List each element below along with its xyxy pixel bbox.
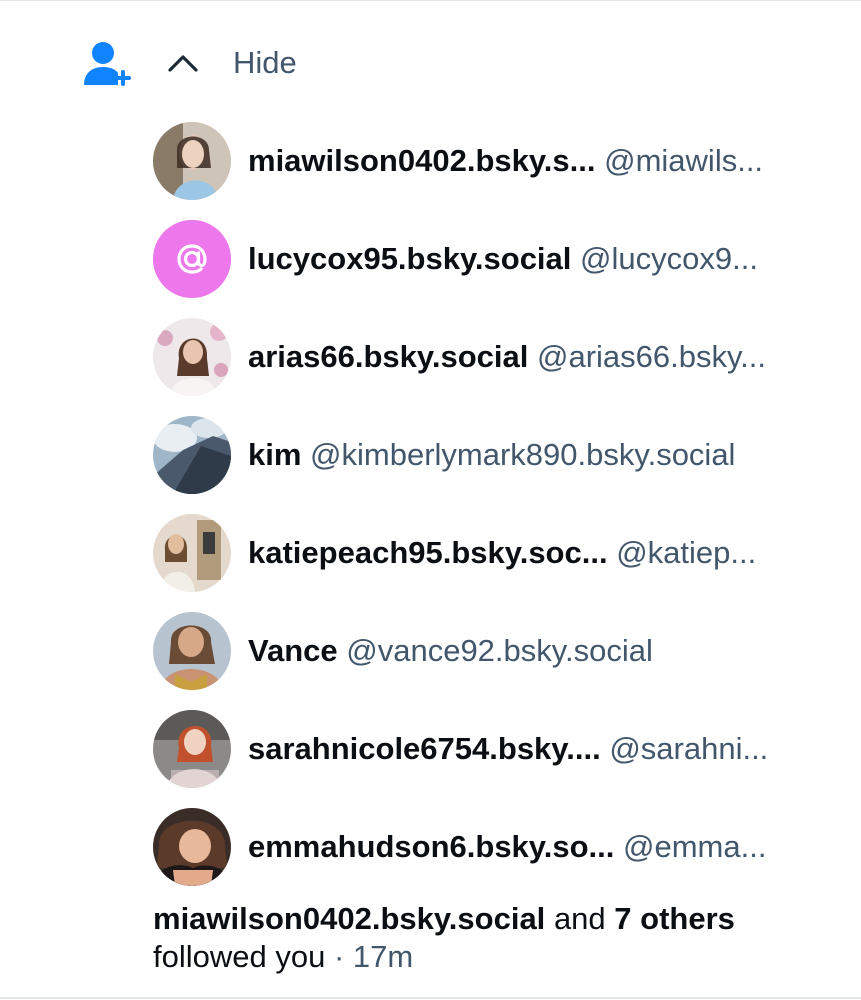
avatar[interactable] bbox=[153, 710, 231, 788]
follower-row[interactable]: kim @kimberlymark890.bsky.social bbox=[153, 416, 843, 494]
at-sign-icon bbox=[153, 220, 231, 298]
person-plus-icon bbox=[84, 42, 131, 86]
follower-row[interactable]: miawilson0402.bsky.s... @miawils... bbox=[153, 122, 843, 200]
avatar[interactable] bbox=[153, 612, 231, 690]
follower-name[interactable]: sarahnicole6754.bsky.... bbox=[248, 731, 601, 766]
summary-and: and bbox=[553, 901, 606, 936]
avatar[interactable] bbox=[153, 318, 231, 396]
avatar[interactable] bbox=[153, 514, 231, 592]
follower-name[interactable]: emmahudson6.bsky.so... bbox=[248, 829, 614, 864]
follow-summary: miawilson0402.bsky.social and 7 others f… bbox=[153, 900, 843, 976]
hide-toggle-label[interactable]: Hide bbox=[233, 46, 297, 80]
follower-handle: @katiep... bbox=[616, 535, 757, 570]
follower-row[interactable]: lucycox95.bsky.social @lucycox9... bbox=[153, 220, 843, 298]
summary-separator: · bbox=[333, 939, 345, 974]
follower-handle: @vance92.bsky.social bbox=[346, 633, 653, 668]
follower-name[interactable]: miawilson0402.bsky.s... bbox=[248, 143, 596, 178]
follower-handle: @sarahni... bbox=[609, 731, 769, 766]
follower-name[interactable]: katiepeach95.bsky.soc... bbox=[248, 535, 608, 570]
top-divider bbox=[0, 0, 861, 1]
bottom-divider bbox=[0, 997, 861, 999]
follower-name[interactable]: arias66.bsky.social bbox=[248, 339, 528, 374]
follower-name[interactable]: kim bbox=[248, 437, 301, 472]
follower-handle: @arias66.bsky... bbox=[536, 339, 767, 374]
follower-name[interactable]: Vance bbox=[248, 633, 338, 668]
notification-header: Hide bbox=[82, 30, 297, 100]
summary-followed-text: followed you bbox=[153, 939, 326, 974]
follower-row[interactable]: emmahudson6.bsky.so... @emma... bbox=[153, 808, 843, 886]
chevron-up-icon[interactable] bbox=[166, 46, 200, 80]
avatar[interactable] bbox=[153, 416, 231, 494]
follower-row[interactable]: katiepeach95.bsky.soc... @katiep... bbox=[153, 514, 843, 592]
avatar[interactable] bbox=[153, 122, 231, 200]
avatar[interactable] bbox=[153, 808, 231, 886]
avatar[interactable] bbox=[153, 220, 231, 298]
summary-timestamp: 17m bbox=[352, 939, 414, 974]
follower-row[interactable]: sarahnicole6754.bsky.... @sarahni... bbox=[153, 710, 843, 788]
follower-handle: @lucycox9... bbox=[580, 241, 758, 276]
follower-row[interactable]: arias66.bsky.social @arias66.bsky... bbox=[153, 318, 843, 396]
follower-handle: @kimberlymark890.bsky.social bbox=[310, 437, 736, 472]
follower-name[interactable]: lucycox95.bsky.social bbox=[248, 241, 571, 276]
summary-others-count[interactable]: 7 others bbox=[614, 901, 735, 936]
summary-first-name[interactable]: miawilson0402.bsky.social bbox=[153, 901, 545, 936]
follower-handle: @emma... bbox=[623, 829, 767, 864]
follower-row[interactable]: Vance @vance92.bsky.social bbox=[153, 612, 843, 690]
follower-handle: @miawils... bbox=[604, 143, 764, 178]
